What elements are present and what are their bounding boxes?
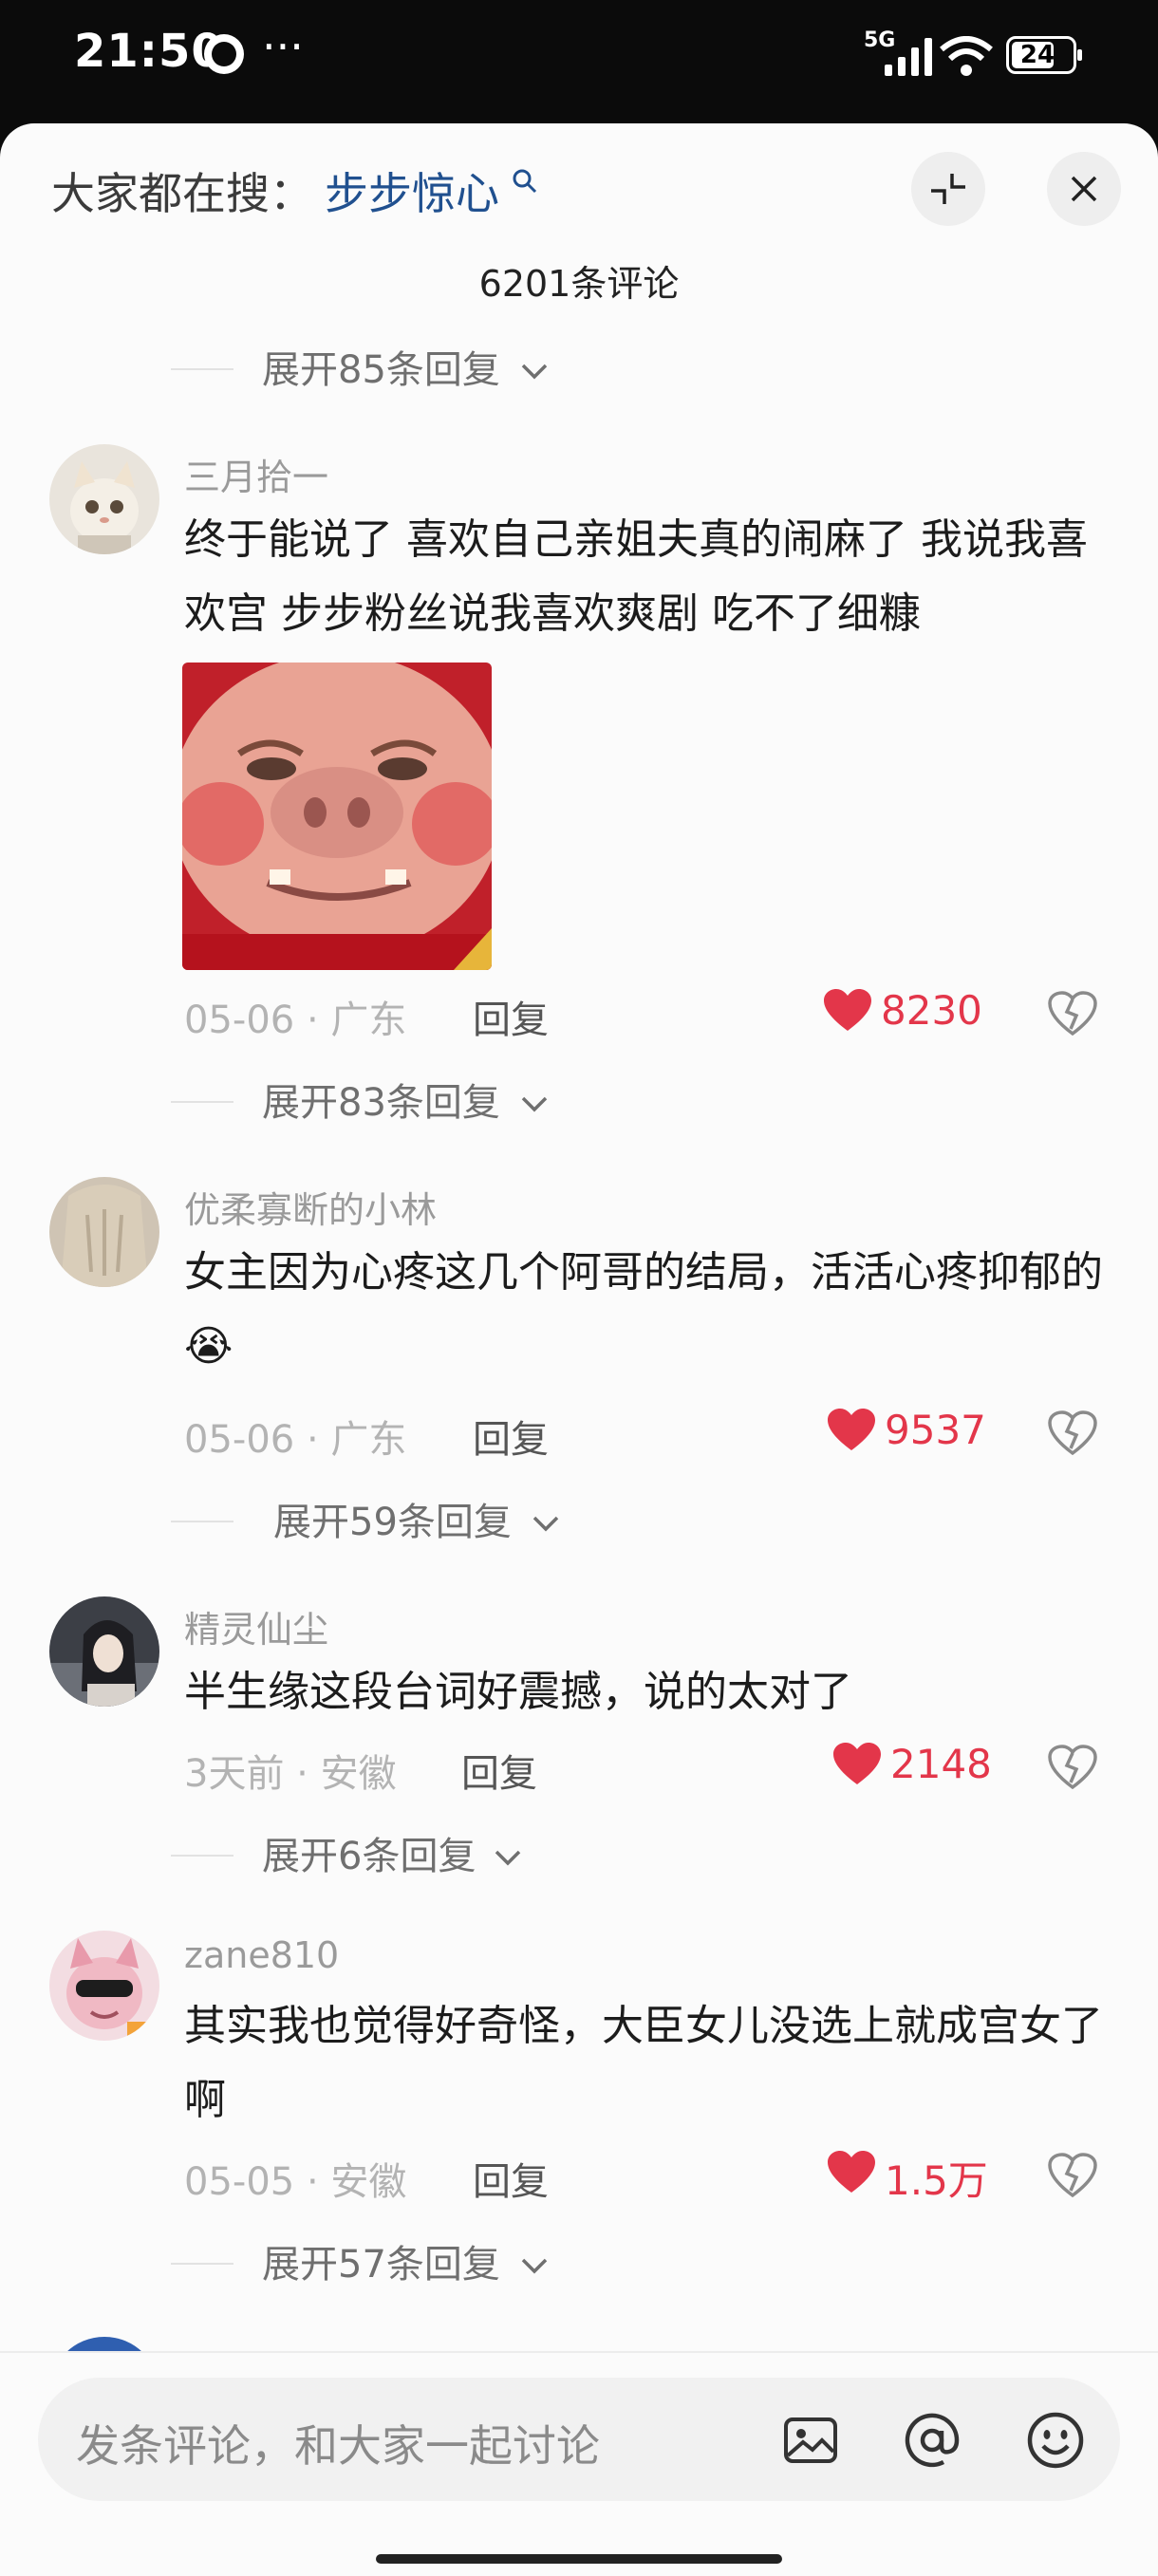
close-icon — [1071, 176, 1097, 202]
comment-date: 05-06 — [184, 1418, 295, 1462]
battery-level: 24 — [1019, 41, 1055, 69]
expand-replies-label: 展开6条回复 — [262, 1835, 476, 1878]
heart-icon — [828, 1409, 875, 1450]
expand-replies-label: 展开59条回复 — [273, 1501, 512, 1544]
like-count: 9537 — [885, 1407, 986, 1453]
search-suggestion-label: 大家都在搜： — [51, 168, 313, 219]
collapse-icon — [931, 174, 965, 204]
emoji-icon[interactable] — [1025, 2410, 1086, 2471]
signal-icon — [885, 38, 932, 76]
comment-input[interactable]: 发条评论，和大家一起讨论 — [38, 2378, 1120, 2501]
meta-separator: · — [306, 999, 331, 1042]
comment-location: 安徽 — [330, 2160, 407, 2204]
comment-location: 安徽 — [320, 1752, 397, 1796]
comment-username[interactable]: zane810 — [184, 1934, 339, 1976]
home-indicator[interactable] — [376, 2554, 782, 2564]
comment-text: 半生缘这段台词好震撼，说的太对了 — [184, 1668, 852, 1716]
search-icon[interactable] — [511, 167, 539, 196]
comment-username[interactable]: 优柔寡断的小林 — [184, 1181, 437, 1233]
comment-username[interactable]: 三月拾一 — [184, 448, 328, 500]
comment-meta: 05-06 · 广东 — [184, 1409, 406, 1464]
meta-separator: · — [306, 2160, 331, 2204]
avatar[interactable] — [49, 1596, 159, 1707]
search-suggestion-link[interactable]: 步步惊心 — [325, 159, 499, 222]
chevron-down-icon — [521, 2258, 548, 2274]
comment-date: 05-05 — [184, 2160, 295, 2204]
chevron-down-icon — [521, 364, 548, 380]
heart-icon — [828, 2151, 875, 2193]
divider — [171, 368, 233, 370]
comment-text: 其实我也觉得好奇怪，大臣女儿没选上就成宫女了啊 — [184, 2002, 1103, 2124]
comment-sheet: 大家都在搜： 步步惊心 6201条评论 展开85条回复 三月拾一 终于能说了 喜… — [0, 123, 1158, 2574]
meta-separator: · — [306, 1418, 331, 1462]
comment-meta: 05-05 · 安徽 — [184, 2151, 406, 2206]
divider — [171, 1521, 233, 1522]
comment-location: 广东 — [330, 1418, 407, 1462]
comment-text: 女主因为心疼这几个阿哥的结局，活活心疼抑郁的 😭 — [184, 1236, 1114, 1384]
app-notification-icon — [204, 34, 244, 74]
reply-button[interactable]: 回复 — [473, 1409, 549, 1464]
expand-replies-label: 展开83条回复 — [262, 1081, 500, 1125]
expand-replies-label: 展开57条回复 — [262, 2243, 500, 2287]
avatar[interactable] — [49, 444, 159, 554]
comment-input-bar: 发条评论，和大家一起讨论 — [0, 2351, 1158, 2576]
avatar[interactable] — [49, 1177, 159, 1287]
comment-sticker-image[interactable] — [182, 663, 492, 970]
comment-location: 广东 — [330, 999, 407, 1042]
chevron-down-icon — [495, 1850, 521, 1866]
status-bar: 21:50 ··· 5G 24 — [0, 0, 1158, 123]
comment-text: 终于能说了 喜欢自己亲姐夫真的闹麻了 我说我喜欢宫 步步粉丝说我喜欢爽剧 吃不了… — [184, 515, 1088, 638]
comment-username[interactable]: 精灵仙尘 — [184, 1600, 328, 1652]
divider — [171, 2263, 233, 2265]
comment-date: 3天前 — [184, 1752, 285, 1796]
status-time: 21:50 — [74, 25, 224, 78]
battery-icon: 24 — [1006, 36, 1082, 74]
reply-button[interactable]: 回复 — [473, 2151, 549, 2206]
more-notifications-icon: ··· — [262, 21, 304, 72]
comment-meta: 3天前 · 安徽 — [184, 1743, 397, 1798]
reply-button[interactable]: 回复 — [473, 989, 549, 1044]
wifi-icon — [940, 36, 993, 76]
like-count: 2148 — [890, 1741, 992, 1787]
comment-input-placeholder: 发条评论，和大家一起讨论 — [76, 2420, 600, 2472]
reply-button[interactable]: 回复 — [461, 1743, 537, 1798]
divider — [171, 1855, 233, 1857]
avatar[interactable] — [49, 1931, 159, 2041]
close-button[interactable] — [1047, 152, 1121, 226]
crying-emoji: 😭 — [184, 1322, 233, 1371]
comment-meta: 05-06 · 广东 — [184, 989, 406, 1044]
dislike-icon[interactable] — [1048, 2153, 1097, 2198]
expand-replies-label: 展开85条回复 — [262, 348, 500, 392]
dislike-icon[interactable] — [1048, 991, 1097, 1036]
heart-icon — [833, 1743, 881, 1784]
heart-icon — [824, 989, 871, 1031]
like-count: 8230 — [881, 987, 982, 1034]
like-count: 1.5万 — [885, 2157, 988, 2204]
divider — [171, 1101, 233, 1103]
chevron-down-icon — [532, 1516, 559, 1532]
comment-text-body: 女主因为心疼这几个阿哥的结局，活活心疼抑郁的 — [184, 1248, 1103, 1297]
image-icon[interactable] — [780, 2410, 841, 2471]
comment-count: 6201条评论 — [478, 263, 680, 305]
dislike-icon[interactable] — [1048, 1745, 1097, 1790]
comment-date: 05-06 — [184, 999, 295, 1042]
at-icon[interactable] — [902, 2410, 962, 2471]
dislike-icon[interactable] — [1048, 1410, 1097, 1456]
collapse-button[interactable] — [911, 152, 985, 226]
meta-separator: · — [296, 1752, 321, 1796]
chevron-down-icon — [521, 1096, 548, 1112]
